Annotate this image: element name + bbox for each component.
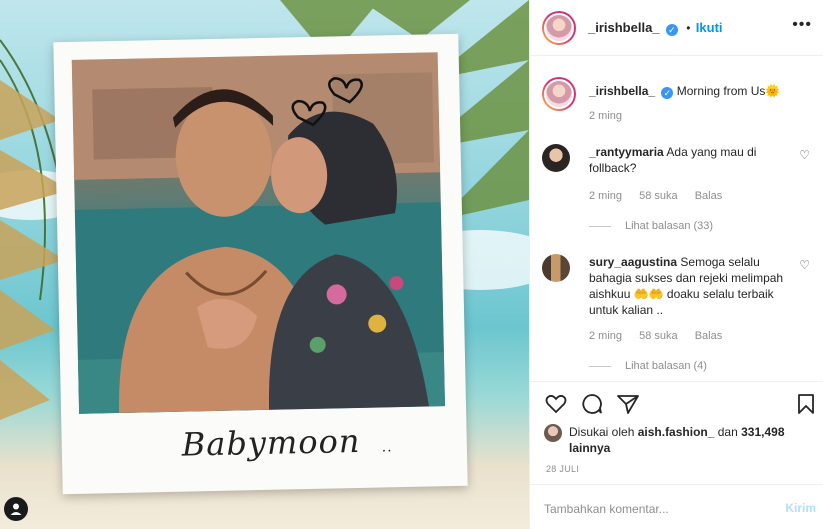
replies-divider [589,225,611,227]
comment-username[interactable]: _rantyymaria [589,145,664,159]
verified-icon: ✓ [665,23,678,36]
likes-and: dan [717,425,738,439]
user-tag-icon[interactable] [4,497,28,521]
post-actions: Disukai oleh aish.fashion_ dan 331,498 l… [530,381,823,529]
post-time: 2 ming [589,110,636,122]
comment-meta: 2 ming 58 suka Balas [589,190,736,202]
share-icon[interactable] [616,392,640,416]
comment-likes[interactable]: 58 suka [639,190,678,202]
follow-button[interactable]: Ikuti [696,20,723,35]
couple-illustration [71,52,446,414]
polaroid-frame: Babymoon .. [53,33,468,495]
heart-icon[interactable]: ♡ [799,258,810,272]
comment-likes[interactable]: 58 suka [639,330,678,342]
sun-emoji: 🌞 [765,84,781,98]
reply-button[interactable]: Balas [695,190,723,202]
post-date[interactable]: 28 JULI [546,464,579,474]
post-header: _irishbella_ ✓ • Ikuti ••• [530,0,823,56]
comment-username[interactable]: sury_aagustina [589,255,677,269]
view-replies[interactable]: Lihat balasan (33) [589,220,713,232]
avatar-image [544,12,574,43]
avatar-image [544,79,574,109]
avatar[interactable] [542,254,570,282]
reply-button[interactable]: Balas [695,330,723,342]
header-username[interactable]: _irishbella_ [588,20,660,35]
comment-icon[interactable] [580,392,604,416]
heart-icon[interactable]: ♡ [799,148,810,162]
avatar[interactable] [542,144,570,172]
likes-text: Disukai oleh aish.fashion_ dan 331,498 l… [569,424,809,456]
avatar[interactable] [542,77,576,111]
heart-icon[interactable] [544,392,568,416]
comment-body: sury_aagustina Semoga selalu bahagia suk… [589,254,789,318]
couple-photo [71,52,446,414]
likes-prefix: Disukai oleh [569,425,635,439]
caption-text: Morning from Us [676,84,766,98]
post-side-panel: _irishbella_ ✓ • Ikuti ••• _irishbella_ … [529,0,823,529]
bookmark-icon[interactable] [794,392,818,416]
verified-icon: ✓ [661,87,674,99]
polaroid-caption: Babymoon .. [181,421,393,464]
view-replies[interactable]: Lihat balasan (4) [589,360,707,372]
add-comment-bar: Tambahkan komentar... Kirim [530,484,823,529]
view-replies-text[interactable]: Lihat balasan (4) [625,360,707,372]
comments-list: _irishbella_ ✓ Morning from Us🌞 2 ming _… [530,57,823,381]
post-image[interactable]: Babymoon .. [0,0,529,529]
post-time-text: 2 ming [589,110,623,122]
comment-body: _rantyymaria Ada yang mau di follback? [589,144,789,176]
view-replies-text[interactable]: Lihat balasan (33) [625,220,713,232]
avatar[interactable] [544,424,562,442]
header-user: _irishbella_ ✓ • Ikuti [588,20,723,36]
caption-username[interactable]: _irishbella_ [589,84,655,98]
comment-input[interactable]: Tambahkan komentar... [544,502,669,516]
caption-text: Babymoon [181,421,361,464]
caption-dots: .. [381,439,393,456]
post-comment-button[interactable]: Kirim [785,501,816,515]
user-icon [10,503,22,515]
avatar[interactable] [542,10,576,45]
separator-dot: • [686,20,691,35]
likes-user[interactable]: aish.fashion_ [638,425,715,439]
likes-summary: Disukai oleh aish.fashion_ dan 331,498 l… [544,424,809,456]
replies-divider [589,365,611,367]
post-caption: _irishbella_ ✓ Morning from Us🌞 [589,83,789,99]
comment-time: 2 ming [589,190,623,202]
comment-time: 2 ming [589,330,623,342]
comment-meta: 2 ming 58 suka Balas [589,330,736,342]
more-icon[interactable]: ••• [792,16,812,34]
